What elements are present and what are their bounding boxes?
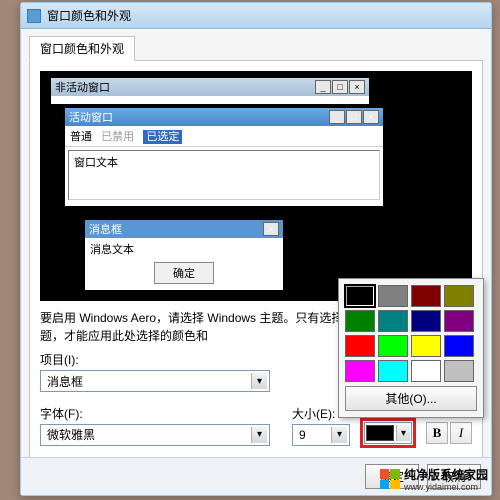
close-icon: × [263,222,279,236]
preview-message-box: 消息框 × 消息文本 确定 [84,219,284,291]
window-controls: _ □ × [329,110,379,124]
preview-active-window: 活动窗口 _ □ × 普通 已禁用 已选定 窗口文本 [64,107,384,207]
close-icon: × [349,80,365,94]
maximize-icon: □ [332,80,348,94]
preview-ok-button: 确定 [154,262,214,284]
color-swatch[interactable] [444,360,474,382]
minimize-icon: _ [315,80,331,94]
dialog-window: 窗口颜色和外观 窗口颜色和外观 非活动窗口 _ □ × 活动窗口 [20,2,492,496]
preview-menu-bar: 普通 已禁用 已选定 [65,126,383,147]
item-combobox[interactable]: 消息框 ▾ [40,370,270,392]
preview-msg-title: 消息框 × [85,220,283,238]
font-combobox[interactable]: 微软雅黑 ▾ [40,424,270,446]
palette-grid [345,285,477,382]
watermark-title: 纯净版系统家园 [404,468,488,482]
maximize-icon: □ [346,110,362,124]
app-icon [27,9,41,23]
preview-window-text: 窗口文本 [68,150,380,200]
tab-page: 非活动窗口 _ □ × 活动窗口 _ □ × [29,60,483,487]
color-swatch[interactable] [411,360,441,382]
font-size-combobox[interactable]: 9 ▾ [292,424,350,446]
color-swatch[interactable] [411,310,441,332]
highlight-box: ▾ [360,418,416,448]
tab-color-appearance[interactable]: 窗口颜色和外观 [29,36,135,61]
close-icon: × [363,110,379,124]
title-bar[interactable]: 窗口颜色和外观 [21,3,491,29]
color-swatch[interactable] [444,310,474,332]
color-palette-popup: 其他(O)... [338,278,484,418]
chevron-down-icon: ▾ [251,427,267,443]
font-color-button[interactable]: ▾ [364,422,412,444]
color-swatch[interactable] [444,285,474,307]
italic-button[interactable]: I [450,422,472,444]
color-swatch[interactable] [378,360,408,382]
color-swatch[interactable] [345,360,375,382]
other-colors-button[interactable]: 其他(O)... [345,386,477,411]
label-font: 字体(F): [40,405,282,422]
color-swatch[interactable] [345,310,375,332]
watermark-logo [380,469,400,489]
color-swatch[interactable] [378,335,408,357]
color-swatch[interactable] [444,335,474,357]
color-swatch[interactable] [378,285,408,307]
preview-area: 非活动窗口 _ □ × 活动窗口 _ □ × [40,71,472,301]
color-swatch[interactable] [378,310,408,332]
preview-inactive-window: 非活动窗口 _ □ × [50,77,370,105]
preview-inactive-title: 非活动窗口 _ □ × [51,78,369,96]
watermark: 纯净版系统家园 www.yidaimei.com [376,464,492,494]
color-swatch[interactable] [345,335,375,357]
color-swatch[interactable] [411,285,441,307]
preview-active-title: 活动窗口 _ □ × [65,108,383,126]
window-title: 窗口颜色和外观 [47,7,131,24]
color-swatch-black [366,425,394,441]
bold-button[interactable]: B [426,422,448,444]
chevron-down-icon: ▾ [331,427,347,443]
minimize-icon: _ [329,110,345,124]
watermark-url: www.yidaimei.com [404,483,488,492]
color-swatch[interactable] [411,335,441,357]
color-swatch[interactable] [345,285,375,307]
tab-strip: 窗口颜色和外观 [21,29,491,60]
chevron-down-icon: ▾ [251,373,267,389]
chevron-down-icon: ▾ [396,425,410,441]
window-controls: _ □ × [315,80,365,94]
preview-msg-text: 消息文本 [85,238,283,260]
